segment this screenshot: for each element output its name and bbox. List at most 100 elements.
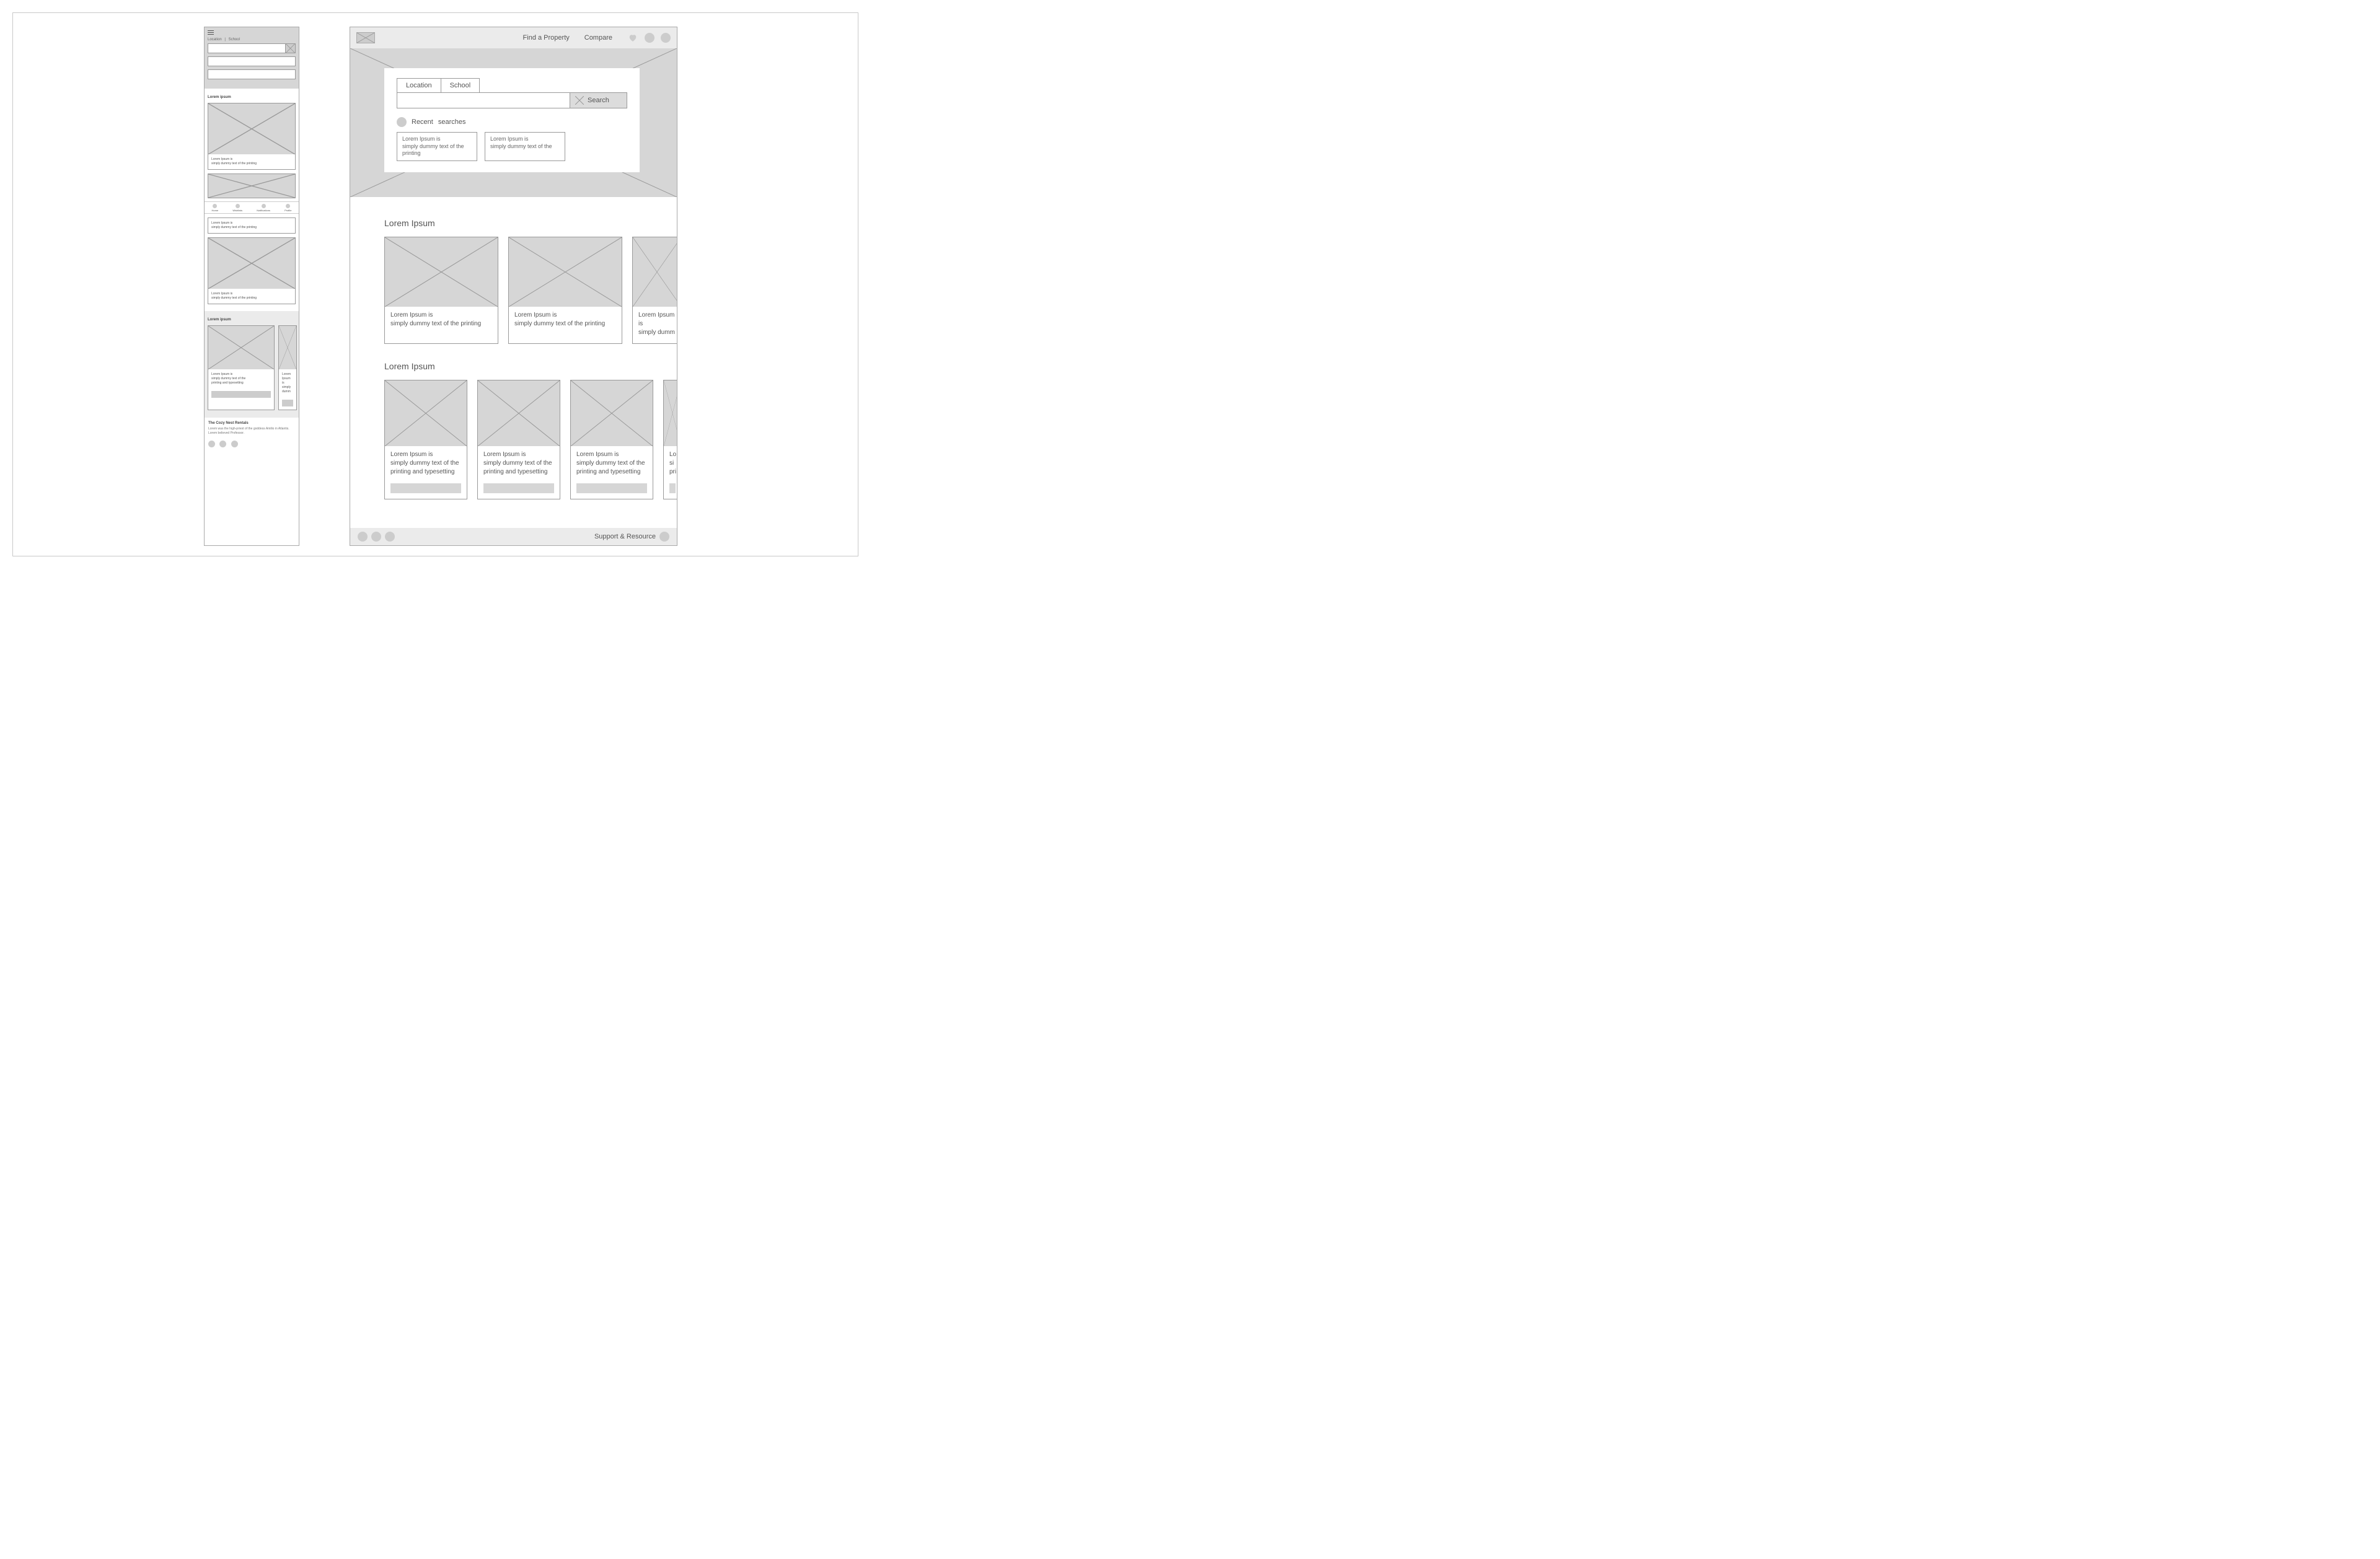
image-placeholder-icon <box>385 237 498 307</box>
tab-school[interactable]: School <box>441 78 480 93</box>
card-action-button[interactable] <box>483 483 554 493</box>
image-placeholder-icon <box>208 238 295 289</box>
section-heading: Lorem ipsum <box>208 95 296 99</box>
avatar[interactable] <box>661 33 671 43</box>
mobile-section-1b: Lorem Ipsum is simply dummy text of the … <box>205 217 299 311</box>
section-heading: Lorem Ipsum <box>384 361 677 371</box>
topbar-action-icon[interactable] <box>645 33 654 43</box>
mobile-search-tabs: Location | School <box>208 38 296 42</box>
desktop-frame: Find a Property Compare Location School <box>350 27 677 546</box>
social-icon[interactable] <box>371 532 381 542</box>
image-placeholder-icon <box>208 103 295 154</box>
clear-icon[interactable] <box>285 44 295 53</box>
image-placeholder-icon <box>509 237 622 307</box>
image-placeholder-icon <box>633 237 677 307</box>
mobile-search-input-2[interactable] <box>208 56 296 66</box>
property-card[interactable]: Lorem Ipsum issimply dummy text of thepr… <box>570 380 653 499</box>
card-body: Lorem Ipsum is simply dummy text of the … <box>208 154 295 169</box>
card-action-button[interactable] <box>282 400 293 406</box>
hero: Location School Search Recent searche <box>350 48 677 197</box>
social-icon[interactable] <box>231 441 238 447</box>
image-placeholder-icon <box>385 380 467 446</box>
desktop-footer: Support & Resource <box>350 528 677 545</box>
card-action-button[interactable] <box>390 483 461 493</box>
card-row-1: Lorem Ipsum is simply dummy text of the … <box>384 237 677 344</box>
footer-action-icon[interactable] <box>659 532 669 542</box>
property-card[interactable]: Lorem Ipsum issimply dummy text of thepr… <box>477 380 560 499</box>
image-placeholder-icon <box>478 380 560 446</box>
card-body: Losipri <box>664 446 677 480</box>
card-body: Lorem Ipsum is simply dummy text of the … <box>208 369 274 389</box>
social-icon[interactable] <box>385 532 395 542</box>
mobile-header: Location | School <box>205 27 299 89</box>
search-input[interactable] <box>397 93 570 108</box>
tab-location[interactable]: Location <box>397 78 441 93</box>
property-card[interactable]: Lorem Ipsum is simply dummy text of the … <box>208 237 296 304</box>
nav-notifications[interactable]: Notifications <box>257 204 270 212</box>
image-placeholder-icon <box>571 380 653 446</box>
nav-wishlists[interactable]: Wishlists <box>232 204 242 212</box>
tab-location[interactable]: Location <box>208 38 222 42</box>
search-button[interactable]: Search <box>570 93 627 108</box>
notifications-icon <box>262 204 266 208</box>
image-placeholder-icon <box>279 326 296 369</box>
mobile-search-input-1[interactable] <box>208 43 296 53</box>
card-action-button[interactable] <box>576 483 647 493</box>
property-card-small[interactable]: Lorem Ipsum is simply dumm <box>278 325 297 410</box>
tab-school[interactable]: School <box>229 38 240 42</box>
wishlists-icon <box>236 204 240 208</box>
image-placeholder-icon <box>208 326 274 369</box>
social-icon[interactable] <box>208 441 215 447</box>
nav-find-property[interactable]: Find a Property <box>523 34 570 42</box>
recent-search-item[interactable]: Lorem Ipsum is simply dummy text of the <box>485 132 565 161</box>
card-row-2: Lorem Ipsum issimply dummy text of thepr… <box>384 380 677 499</box>
recent-searches-row: Lorem Ipsum is simply dummy text of the … <box>397 132 627 161</box>
property-card[interactable]: Lorem Ipsum is simply dummy text of the … <box>384 237 498 344</box>
card-action-button[interactable] <box>669 483 676 493</box>
property-card[interactable]: Losipri <box>663 380 677 499</box>
profile-icon <box>286 204 290 208</box>
favorites-heart-icon[interactable] <box>627 33 638 43</box>
property-card[interactable]: Lorem Ipsum is simply dummy text of the … <box>208 217 296 234</box>
card-body: Lorem Ipsum is simply dumm <box>633 307 677 343</box>
property-card[interactable]: Lorem Ipsum is simply dummy text of the … <box>208 103 296 170</box>
mobile-section-1: Lorem ipsum Lorem Ipsum is simply dummy … <box>205 89 299 201</box>
card-body: Lorem Ipsum is simply dummy text of the … <box>509 307 622 335</box>
footer-support-link[interactable]: Support & Resource <box>594 533 656 540</box>
recent-search-item[interactable]: Lorem Ipsum is simply dummy text of the … <box>397 132 477 161</box>
desktop-topbar: Find a Property Compare <box>350 27 677 48</box>
social-icon[interactable] <box>219 441 226 447</box>
footer-body: Lorem was the high-priest of the goddess… <box>208 427 295 436</box>
card-body: Lorem Ipsum issimply dummy text of thepr… <box>571 446 653 480</box>
card-body: Lorem Ipsum issimply dummy text of thepr… <box>478 446 560 480</box>
mobile-bottom-nav: Home Wishlists Notifications Profile <box>205 201 299 214</box>
footer-heading: The Cozy Nest Rentals <box>208 421 295 425</box>
close-icon <box>575 96 584 105</box>
property-card[interactable]: Lorem Ipsum issimply dummy text of thepr… <box>384 380 467 499</box>
property-card-small[interactable]: Lorem Ipsum is simply dummy text of the … <box>208 325 275 410</box>
property-card[interactable]: Lorem Ipsum is simply dumm <box>632 237 677 344</box>
home-icon <box>213 204 217 208</box>
image-placeholder-icon <box>208 173 296 198</box>
nav-profile[interactable]: Profile <box>284 204 291 212</box>
recent-searches-header: Recent searches <box>397 117 627 127</box>
desktop-main: Lorem Ipsum Lorem Ipsum is simply dummy … <box>350 197 677 528</box>
nav-home[interactable]: Home <box>212 204 219 212</box>
mobile-search-input-3[interactable] <box>208 69 296 79</box>
social-icons <box>208 439 295 450</box>
nav-compare[interactable]: Compare <box>584 34 612 42</box>
mobile-section-2: Lorem ipsum Lorem Ipsum is simply dummy … <box>205 311 299 418</box>
card-body: Lorem Ipsum issimply dummy text of thepr… <box>385 446 467 480</box>
social-icon[interactable] <box>358 532 368 542</box>
search-tabs: Location School <box>397 78 627 93</box>
search-row: Search <box>397 92 627 108</box>
hamburger-icon[interactable] <box>208 30 214 35</box>
card-body: Lorem Ipsum is simply dummy text of the … <box>208 289 295 304</box>
logo-icon[interactable] <box>356 32 375 43</box>
card-action-button[interactable] <box>211 391 271 398</box>
card-body: Lorem Ipsum is simply dumm <box>279 369 296 397</box>
section-heading: Lorem ipsum <box>205 318 299 322</box>
recent-icon <box>397 117 407 127</box>
card-body: Lorem Ipsum is simply dummy text of the … <box>385 307 498 335</box>
property-card[interactable]: Lorem Ipsum is simply dummy text of the … <box>508 237 622 344</box>
